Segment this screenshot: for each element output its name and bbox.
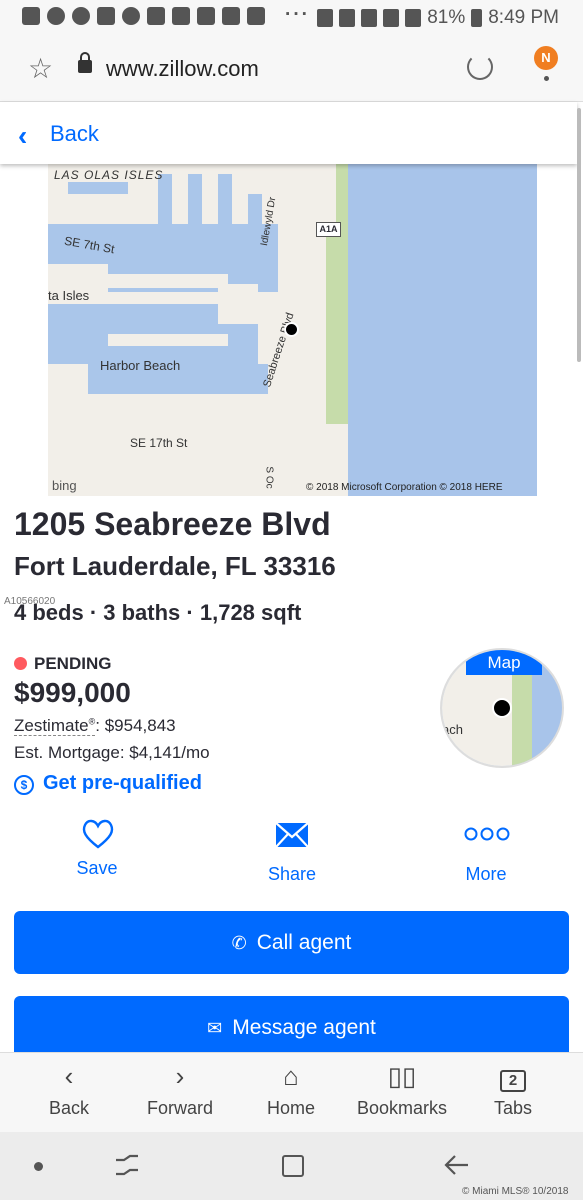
nav-dot-icon[interactable] xyxy=(34,1162,43,1171)
url-field[interactable]: www.zillow.com xyxy=(106,56,259,82)
wifi-icon xyxy=(383,9,400,27)
play-icon xyxy=(47,7,65,25)
map-label: SE 17th St xyxy=(130,436,188,450)
book-icon: ▯▯ xyxy=(387,1061,417,1091)
browser-bookmarks-label: Bookmarks xyxy=(356,1098,448,1118)
back-nav-icon[interactable] xyxy=(442,1152,472,1178)
get-prequalified-link[interactable]: Get pre-qualified xyxy=(43,772,202,795)
browser-forward-button[interactable]: › Forward xyxy=(125,1060,235,1119)
more-icon[interactable] xyxy=(463,826,511,842)
bluetooth-icon xyxy=(317,9,334,27)
map-label: S Oc xyxy=(263,466,275,489)
separator: · xyxy=(83,600,104,625)
browser-back-button[interactable]: ‹ Back xyxy=(14,1060,124,1119)
zestimate-value: : $954,843 xyxy=(95,716,176,735)
battery-percent: 81% xyxy=(427,7,466,28)
mini-map-button[interactable]: ach Map xyxy=(440,648,564,768)
status-badge: PENDING xyxy=(34,654,112,673)
bell-icon xyxy=(97,7,115,25)
message-agent-button[interactable]: ✉ Message agent xyxy=(14,996,569,1052)
browser-bookmarks-button[interactable]: ▯▯ Bookmarks xyxy=(347,1060,457,1119)
zestimate-label[interactable]: Zestimate® xyxy=(14,716,96,736)
mls-watermark: © Miami MLS® 10/2018 xyxy=(462,1186,569,1197)
property-map[interactable]: LAS OLAS ISLES SE 7th St ta Isles Idlewy… xyxy=(48,164,537,496)
home-nav-icon[interactable] xyxy=(282,1155,304,1177)
avatar-badge: N xyxy=(534,46,558,70)
alarm-icon xyxy=(361,9,378,27)
map-label: Harbor Beach xyxy=(100,358,181,373)
reload-icon[interactable] xyxy=(467,54,493,80)
property-pin-icon xyxy=(492,698,512,718)
call-agent-button[interactable]: ✆ Call agent xyxy=(14,911,569,974)
map-label: ta Isles xyxy=(48,288,90,303)
browser-back-label: Back xyxy=(48,1098,90,1118)
browser-address-bar: ☆ www.zillow.com N xyxy=(0,36,583,102)
baths: 3 baths xyxy=(103,600,181,625)
nfc-icon xyxy=(339,9,356,27)
sqft: 1,728 sqft xyxy=(199,600,302,625)
more-button[interactable]: More xyxy=(436,864,536,885)
notification-icons xyxy=(22,7,265,25)
menu-dot-icon xyxy=(544,76,549,81)
property-pin-icon xyxy=(284,322,299,337)
bookmark-star-icon[interactable]: ☆ xyxy=(28,52,53,85)
mini-map-label: ach xyxy=(442,722,463,737)
bing-logo: bing xyxy=(52,478,77,493)
mini-map-title: Map xyxy=(466,650,542,675)
home-facts: 4 beds · 3 baths · 1,728 sqft xyxy=(14,600,301,626)
tabs-icon: 2 xyxy=(458,1060,568,1092)
chevron-right-icon: › xyxy=(175,1061,185,1091)
envelope-icon: ✉ xyxy=(207,1018,223,1038)
dollar-icon: $ xyxy=(14,775,34,795)
screen: ··· 81% 8:49 PM ☆ www.zillow.com N ‹ Bac… xyxy=(0,0,583,1200)
estimated-mortgage[interactable]: Est. Mortgage: $4,141/mo xyxy=(14,743,210,763)
separator: · xyxy=(180,600,200,625)
address-line-1: 1205 Seabreeze Blvd xyxy=(14,506,331,542)
lock-icon[interactable] xyxy=(78,52,92,73)
heart-icon[interactable] xyxy=(81,818,115,850)
recent-apps-icon[interactable] xyxy=(112,1152,142,1178)
zestimate: Zestimate®: $954,843 xyxy=(14,716,176,736)
airbnb-icon xyxy=(172,7,190,25)
status-dot-icon xyxy=(14,657,27,670)
message-agent-label: Message agent xyxy=(232,1016,376,1039)
price: $999,000 xyxy=(14,677,131,708)
address-line-2: Fort Lauderdale, FL 33316 xyxy=(14,551,336,581)
chevron-left-icon: ‹ xyxy=(64,1061,74,1091)
beds: 4 beds xyxy=(14,600,84,625)
status-bar: ··· 81% 8:49 PM xyxy=(0,0,583,36)
clock: 8:49 PM xyxy=(488,7,559,28)
browser-tabs-label: Tabs xyxy=(493,1098,533,1118)
mail-icon[interactable] xyxy=(275,822,309,848)
browser-home-label: Home xyxy=(266,1098,315,1118)
save-button[interactable]: Save xyxy=(47,858,147,879)
message-icon xyxy=(22,7,40,25)
battery-icon xyxy=(471,9,483,27)
system-icons: 81% 8:49 PM xyxy=(317,7,559,29)
chevron-left-icon[interactable]: ‹ xyxy=(18,120,27,152)
back-header: ‹ Back xyxy=(0,102,577,164)
scrollbar[interactable] xyxy=(577,108,581,362)
highway-shield: A1A xyxy=(316,222,341,237)
browser-home-button[interactable]: ⌂ Home xyxy=(236,1060,346,1119)
browser-tabs-button[interactable]: 2 Tabs xyxy=(458,1060,568,1119)
more-notifications-icon: ··· xyxy=(285,4,310,25)
home-icon: ⌂ xyxy=(283,1061,299,1091)
call-agent-label: Call agent xyxy=(256,931,352,954)
map-attribution: © 2018 Microsoft Corporation © 2018 HERE xyxy=(306,482,503,493)
back-link[interactable]: Back xyxy=(50,121,99,147)
tab-count: 2 xyxy=(500,1070,526,1092)
gallery-icon xyxy=(197,7,215,25)
checkbox-icon xyxy=(247,7,265,25)
eye-icon xyxy=(122,7,140,25)
map-label: LAS OLAS ISLES xyxy=(54,168,164,182)
play-icon xyxy=(72,7,90,25)
mail-icon xyxy=(222,7,240,25)
voicemail-icon xyxy=(147,7,165,25)
phone-icon: ✆ xyxy=(231,933,247,953)
signal-icon xyxy=(405,9,422,27)
browser-forward-label: Forward xyxy=(146,1098,213,1118)
share-button[interactable]: Share xyxy=(242,864,342,885)
